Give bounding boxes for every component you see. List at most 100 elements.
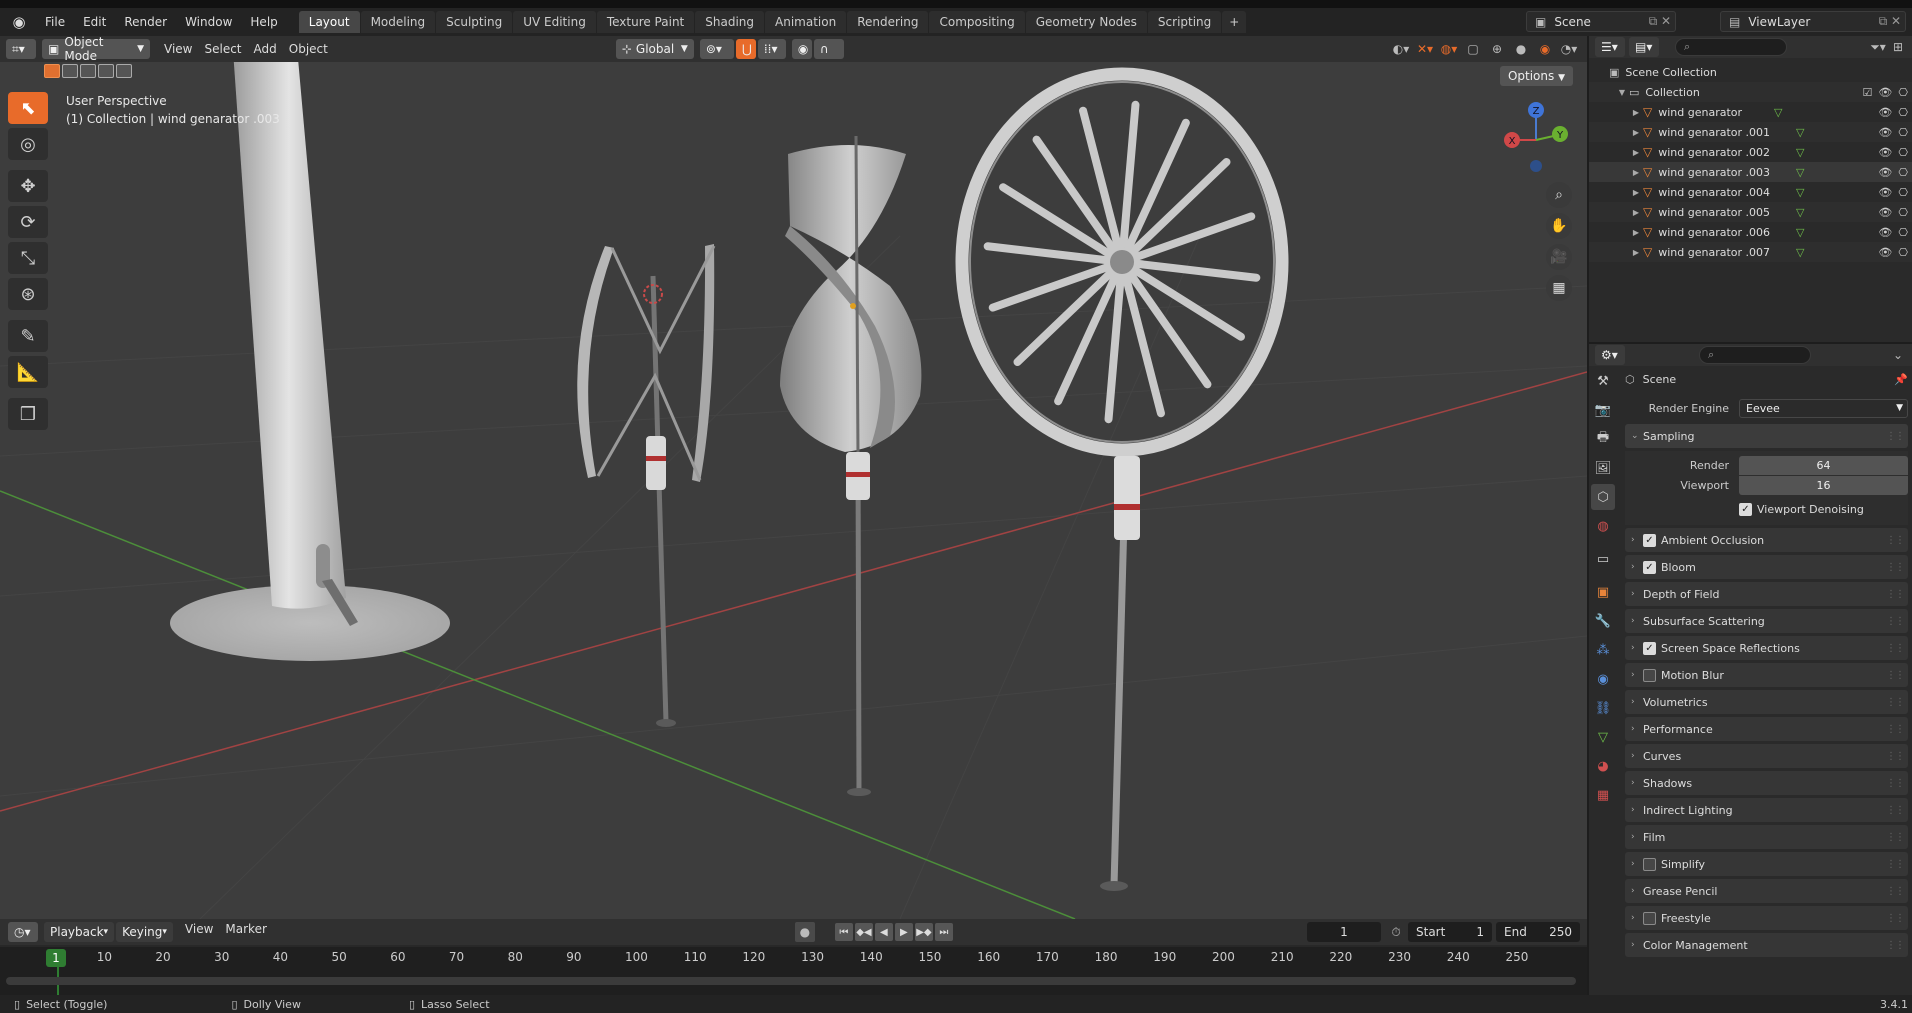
copy-icon[interactable]: ⧉ ✕ [1879,14,1901,29]
editor-type-button[interactable]: ⌗▾ [6,39,36,59]
viewport-samples-field[interactable]: 16 [1739,476,1908,495]
drag-grip-icon[interactable]: ⋮⋮ [1886,751,1905,762]
3d-viewport[interactable]: ⌗▾ ▣ Object Mode ▼ View Select Add Object ⊹… [0,36,1587,919]
falloff-dropdown[interactable]: ∩ [813,39,844,59]
pivot-point-dropdown[interactable]: ⊚▾ [699,39,734,59]
panel-screen-space-reflections[interactable]: › ✓ Screen Space Reflections ⋮⋮ [1625,636,1908,660]
play-icon[interactable]: ▶ [894,923,913,941]
wheel-turbine[interactable] [955,67,1289,891]
annotate-tool-icon[interactable]: ✎ [8,320,48,352]
menu-help[interactable]: Help [241,8,286,36]
menu-edit[interactable]: Edit [74,8,115,36]
render-engine-dropdown[interactable]: Eevee ▼ [1739,398,1908,418]
sampling-panel-header[interactable]: ⌄ Sampling ⋮⋮ [1625,424,1908,448]
tab-texture-paint[interactable]: Texture Paint [596,11,695,33]
playhead[interactable]: 1 [46,949,66,967]
outliner-item[interactable]: ▶ ▽ wind genarator .001 ▽ 👁 ⎔ [1589,122,1912,142]
display-mode-dropdown[interactable]: ▤▾ [1629,37,1659,57]
pan-hand-icon[interactable]: ✋ [1546,213,1572,239]
viewport-menu-view[interactable]: View [164,42,192,56]
expand-right-icon[interactable]: ▶ [1629,188,1643,197]
tab-geometry-nodes[interactable]: Geometry Nodes [1025,11,1147,33]
zoom-icon[interactable]: ⌕ [1546,182,1572,208]
xray-icon[interactable]: ▢ [1463,39,1483,59]
expand-right-icon[interactable]: ▶ [1629,228,1643,237]
drag-grip-icon[interactable]: ⋮⋮ [1886,589,1905,600]
panel-ambient-occlusion[interactable]: › ✓ Ambient Occlusion ⋮⋮ [1625,528,1908,552]
collection-tab-icon[interactable]: ▭ [1591,546,1615,572]
constraints-tab-icon[interactable]: ⛓ [1591,695,1615,721]
expand-right-icon[interactable]: ▶ [1629,248,1643,257]
panel-enable-checkbox[interactable]: ✓ [1643,560,1656,574]
timeline-menu-playback[interactable]: Playback ▾ [44,922,115,942]
move-tool-icon[interactable]: ✥ [8,170,48,202]
eye-icon[interactable]: 👁 [1878,226,1892,239]
tab-scripting[interactable]: Scripting [1147,11,1222,33]
outliner-item[interactable]: ▶ ▽ wind genarator ▽ 👁 ⎔ [1589,102,1912,122]
camera-render-icon[interactable]: ⎔ [1898,246,1908,259]
particles-tab-icon[interactable]: ⁂ [1591,637,1615,663]
menu-render[interactable]: Render [115,8,176,36]
panel-shadows[interactable]: › Shadows ⋮⋮ [1625,771,1908,795]
jump-keyframe-forward-icon[interactable]: ▶◆ [914,923,933,941]
menu-file[interactable]: File [36,8,74,36]
scene-selector[interactable]: ▣ Scene ⧉ ✕ [1526,11,1676,32]
drag-grip-icon[interactable]: ⋮⋮ [1886,616,1905,627]
current-frame-field[interactable]: 1 [1307,922,1381,942]
render-tab-icon[interactable]: 📷 [1591,397,1615,423]
navigation-gizmo[interactable]: Z Y X [1496,100,1576,180]
output-tab-icon[interactable]: 🖶 [1591,426,1615,452]
view-layer-tab-icon[interactable]: 🖼 [1591,455,1615,481]
tab-animation[interactable]: Animation [765,11,847,33]
select-box-tool-icon[interactable]: ⬉ [8,92,48,124]
collection-row[interactable]: ▼ ▭ Collection ☑ 👁 ⎔ [1589,82,1912,102]
view-layer-selector[interactable]: ▤ ViewLayer ⧉ ✕ [1720,11,1906,32]
drag-grip-icon[interactable]: ⋮⋮ [1886,940,1905,951]
panel-enable-checkbox[interactable] [1643,911,1656,925]
editor-type-button[interactable]: ◷▾ [8,922,38,942]
outliner-item[interactable]: ▶ ▽ wind genarator .005 ▽ 👁 ⎔ [1589,202,1912,222]
drag-grip-icon[interactable]: ⋮⋮ [1886,886,1905,897]
camera-render-icon[interactable]: ⎔ [1898,146,1908,159]
tab-layout[interactable]: Layout [298,11,360,33]
add-workspace-button[interactable]: + [1222,11,1247,33]
transform-orientation-dropdown[interactable]: ⊹ Global ▼ [615,39,694,59]
expand-right-icon[interactable]: ▶ [1629,128,1643,137]
expand-right-icon[interactable]: ▶ [1629,108,1643,117]
panel-film[interactable]: › Film ⋮⋮ [1625,825,1908,849]
rendered-shading-icon[interactable]: ◔▾ [1559,39,1579,59]
drag-grip-icon[interactable]: ⋮⋮ [1886,431,1905,442]
panel-motion-blur[interactable]: › Motion Blur ⋮⋮ [1625,663,1908,687]
outliner-item[interactable]: ▶ ▽ wind genarator .002 ▽ 👁 ⎔ [1589,142,1912,162]
solid-shading-icon[interactable]: ● [1511,39,1531,59]
panel-bloom[interactable]: › ✓ Bloom ⋮⋮ [1625,555,1908,579]
filter-icon[interactable]: ⏷▾ [1868,37,1888,57]
panel-enable-checkbox[interactable]: ✓ [1643,533,1656,547]
camera-render-icon[interactable]: ⎔ [1898,186,1908,199]
eye-icon[interactable]: 👁 [1878,246,1892,259]
drag-grip-icon[interactable]: ⋮⋮ [1886,805,1905,816]
menu-window[interactable]: Window [176,8,241,36]
viewport-denoising-checkbox[interactable]: ✓ [1739,502,1752,516]
jump-keyframe-back-icon[interactable]: ◆◀ [854,923,873,941]
eye-icon[interactable]: 👁 [1878,186,1892,199]
overlay-icon[interactable]: ◍▾ [1439,39,1459,59]
timeline-scrollbar[interactable] [6,977,1576,985]
new-collection-icon[interactable]: ⊞ [1888,37,1908,57]
darrieus-turbine[interactable] [577,244,716,727]
gizmo-icon[interactable]: ✕▾ [1415,39,1435,59]
camera-render-icon[interactable]: ⎔ [1898,106,1908,119]
camera-render-icon[interactable]: ⎔ [1898,166,1908,179]
outliner-item[interactable]: ▶ ▽ wind genarator .006 ▽ 👁 ⎔ [1589,222,1912,242]
eye-icon[interactable]: 👁 [1878,166,1892,179]
object-mode-dropdown[interactable]: ▣ Object Mode ▼ [42,36,150,63]
start-frame-field[interactable]: Start 1 [1408,922,1492,942]
scene-tab-icon[interactable]: ⬡ [1591,484,1615,510]
helix-turbine[interactable] [780,135,922,796]
drag-grip-icon[interactable]: ⋮⋮ [1886,913,1905,924]
editor-type-button[interactable]: ⚙▾ [1595,345,1625,365]
material-tab-icon[interactable]: ◕ [1591,753,1615,779]
panel-enable-checkbox[interactable] [1643,668,1656,682]
select-intersect-icon[interactable] [116,64,132,78]
viewport-menu-object[interactable]: Object [289,42,328,56]
